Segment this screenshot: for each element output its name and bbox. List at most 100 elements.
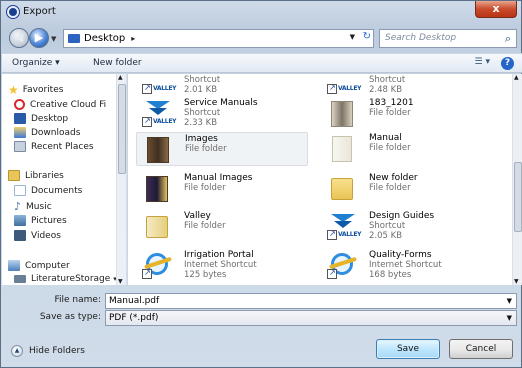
file-item[interactable]: Valley File folder [136, 210, 308, 244]
help-icon[interactable]: ? [501, 57, 514, 70]
file-type: Shortcut [369, 75, 406, 85]
nav-desktop[interactable]: Desktop [14, 113, 68, 124]
back-button[interactable]: ◀ [9, 28, 29, 48]
network-drive-icon [14, 275, 26, 283]
nav-downloads[interactable]: Downloads [14, 127, 80, 138]
nav-item-label: Computer [25, 260, 70, 271]
shortcut-logo-icon: VALLEY [327, 210, 361, 242]
nav-computer[interactable]: Computer [8, 260, 70, 271]
file-type: File folder [369, 143, 411, 153]
search-icon[interactable]: ⌕ [505, 32, 511, 46]
save-type-value: PDF (*.pdf) [109, 313, 159, 323]
file-item[interactable]: 183_1201 File folder [321, 97, 493, 131]
nav-item-label: Desktop [31, 113, 69, 124]
scroll-thumb[interactable] [514, 162, 522, 232]
file-item[interactable]: Manual File folder [321, 132, 493, 166]
nav-pictures[interactable]: Pictures [14, 215, 67, 226]
nav-literature-storage[interactable]: LiteratureStorage ▾ [14, 274, 117, 284]
export-dialog: Export x ◀ ▶ ▼ Desktop ▸ ▼ ↻ Search Desk… [0, 0, 522, 368]
collapse-chevron-icon: ▲ [11, 345, 23, 357]
nav-item-label: Videos [31, 230, 61, 241]
save-button[interactable]: Save [376, 339, 440, 359]
scroll-up-icon[interactable]: ▲ [514, 74, 519, 81]
organize-button[interactable]: Organize ▾ [12, 58, 60, 68]
file-name: Quality-Forms [369, 250, 432, 260]
file-item[interactable]: VALLEY Design Guides Shortcut 2.05 KB [321, 210, 493, 244]
nav-libraries[interactable]: Libraries [8, 170, 64, 181]
save-type-dropdown-icon[interactable]: ▼ [507, 314, 512, 322]
nav-item-label: Recent Places [31, 141, 94, 152]
nav-item-label: Music [26, 201, 52, 212]
address-bar[interactable]: Desktop ▸ ▼ ↻ [63, 29, 374, 48]
address-location[interactable]: Desktop [84, 33, 125, 44]
file-name-dropdown-icon[interactable]: ▼ [507, 297, 512, 305]
shortcut-logo-icon: VALLEY [142, 97, 176, 129]
close-button[interactable]: x [475, 1, 517, 18]
file-scrollbar[interactable]: ▲ ▼ [512, 74, 522, 285]
file-name: Valley [184, 211, 211, 221]
file-item[interactable]: Manual Images File folder [136, 172, 308, 206]
app-icon [7, 6, 19, 18]
scroll-thumb[interactable] [118, 84, 126, 174]
nav-item-label: Libraries [25, 170, 64, 181]
breadcrumb-chevron-icon[interactable]: ▸ [131, 34, 135, 43]
change-view-icon[interactable]: ☰ ▾ [475, 57, 490, 67]
hide-folders-button[interactable]: ▲ Hide Folders [11, 345, 85, 357]
file-item[interactable]: Quality-Forms Internet Shortcut 168 byte… [321, 249, 493, 283]
file-size: 2.48 KB [369, 85, 403, 95]
downloads-icon [14, 127, 26, 138]
file-item-selected[interactable]: Images File folder [136, 132, 308, 166]
folder-icon [327, 172, 355, 204]
file-item[interactable]: VALLEY Service Manuals Shortcut 2.33 KB [136, 97, 308, 131]
search-input[interactable]: Search Desktop ⌕ [379, 29, 517, 48]
file-size: 125 bytes [184, 270, 227, 280]
nav-music[interactable]: ♪ Music [14, 200, 52, 213]
scroll-down-icon[interactable]: ▼ [118, 278, 123, 285]
forward-button[interactable]: ▶ [29, 28, 49, 48]
window-title: Export [23, 6, 56, 17]
address-dropdown-icon[interactable]: ▼ [350, 33, 355, 41]
scroll-up-icon[interactable]: ▲ [118, 74, 123, 81]
file-item[interactable]: VALLEY Shortcut 2.01 KB [136, 74, 308, 98]
file-size: 2.01 KB [184, 85, 218, 95]
file-item[interactable]: Irrigation Portal Internet Shortcut 125 … [136, 249, 308, 283]
file-type: File folder [184, 221, 226, 231]
file-name: New folder [369, 173, 418, 183]
recent-pages-dropdown-icon[interactable]: ▼ [51, 35, 56, 43]
file-type: Shortcut [184, 75, 221, 85]
folder-icon [142, 210, 170, 242]
cancel-button[interactable]: Cancel [449, 339, 513, 359]
libraries-icon [8, 170, 20, 181]
navigation-pane: ★ Favorites Creative Cloud Fi Desktop Do… [2, 74, 127, 285]
nav-recent-places[interactable]: Recent Places [14, 141, 94, 152]
nav-documents[interactable]: Documents [14, 185, 82, 196]
nav-item-label: Downloads [31, 127, 81, 138]
nav-favorites[interactable]: ★ Favorites [8, 83, 63, 97]
file-name: Images [185, 134, 218, 144]
file-item[interactable]: New folder File folder [321, 172, 493, 206]
search-placeholder: Search Desktop [385, 33, 457, 43]
refresh-icon[interactable]: ↻ [363, 31, 371, 42]
scroll-down-icon[interactable]: ▼ [514, 278, 519, 285]
internet-shortcut-icon [142, 249, 172, 281]
nav-creative-cloud[interactable]: Creative Cloud Fi [14, 99, 106, 110]
folder-icon [143, 133, 171, 165]
nav-videos[interactable]: Videos [14, 230, 61, 241]
file-name-value: Manual.pdf [109, 296, 160, 306]
file-type: Shortcut [184, 108, 221, 118]
file-size: 2.05 KB [369, 231, 403, 241]
nav-item-label: Pictures [31, 215, 67, 226]
file-type: Internet Shortcut [184, 260, 257, 270]
recent-places-icon [14, 141, 26, 152]
computer-icon [8, 260, 20, 271]
save-type-select[interactable]: PDF (*.pdf) ▼ [105, 310, 517, 326]
shortcut-logo-icon: VALLEY [142, 74, 176, 96]
save-type-row: Save as type: PDF (*.pdf) ▼ [1, 310, 521, 326]
file-name-field[interactable]: Manual.pdf ▼ [105, 293, 517, 309]
file-name: Service Manuals [184, 98, 258, 108]
file-item[interactable]: VALLEY Shortcut 2.48 KB [321, 74, 493, 98]
new-folder-button[interactable]: New folder [93, 58, 142, 68]
file-type: File folder [369, 108, 411, 118]
folder-icon [327, 97, 355, 129]
nav-scrollbar[interactable]: ▲ ▼ [116, 74, 126, 285]
